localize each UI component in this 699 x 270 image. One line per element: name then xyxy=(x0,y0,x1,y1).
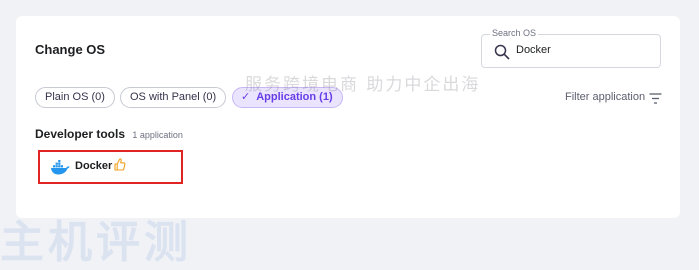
filter-chip-plain-os[interactable]: Plain OS (0) xyxy=(35,87,115,108)
app-item-docker[interactable]: Docker xyxy=(38,150,183,184)
filter-chip-application[interactable]: ✓ Application (1) xyxy=(232,87,343,108)
app-name: Docker xyxy=(75,160,113,172)
page-title: Change OS xyxy=(35,42,106,57)
search-icon xyxy=(494,44,510,60)
search-label: Search OS xyxy=(490,28,539,38)
docker-icon xyxy=(51,160,70,175)
search-field[interactable]: Search OS xyxy=(481,28,661,68)
section-heading: Developer tools 1 application xyxy=(35,127,183,141)
filter-application-label: Filter application xyxy=(565,91,646,103)
filter-chip-label: Plain OS (0) xyxy=(45,91,105,103)
filter-chip-label: Application (1) xyxy=(256,91,333,103)
filter-chip-os-with-panel[interactable]: OS with Panel (0) xyxy=(120,87,227,108)
search-input[interactable] xyxy=(516,44,646,56)
section-count: 1 application xyxy=(132,130,183,140)
filter-application-button[interactable]: Filter application xyxy=(565,91,645,103)
check-icon: ✓ xyxy=(241,91,251,103)
thumbs-up-icon xyxy=(114,158,126,171)
filter-icon[interactable] xyxy=(649,93,662,104)
section-title: Developer tools xyxy=(35,127,126,141)
filter-chip-label: OS with Panel (0) xyxy=(130,91,217,103)
change-os-panel: Change OS Search OS Plain OS (0) OS with… xyxy=(16,16,680,218)
